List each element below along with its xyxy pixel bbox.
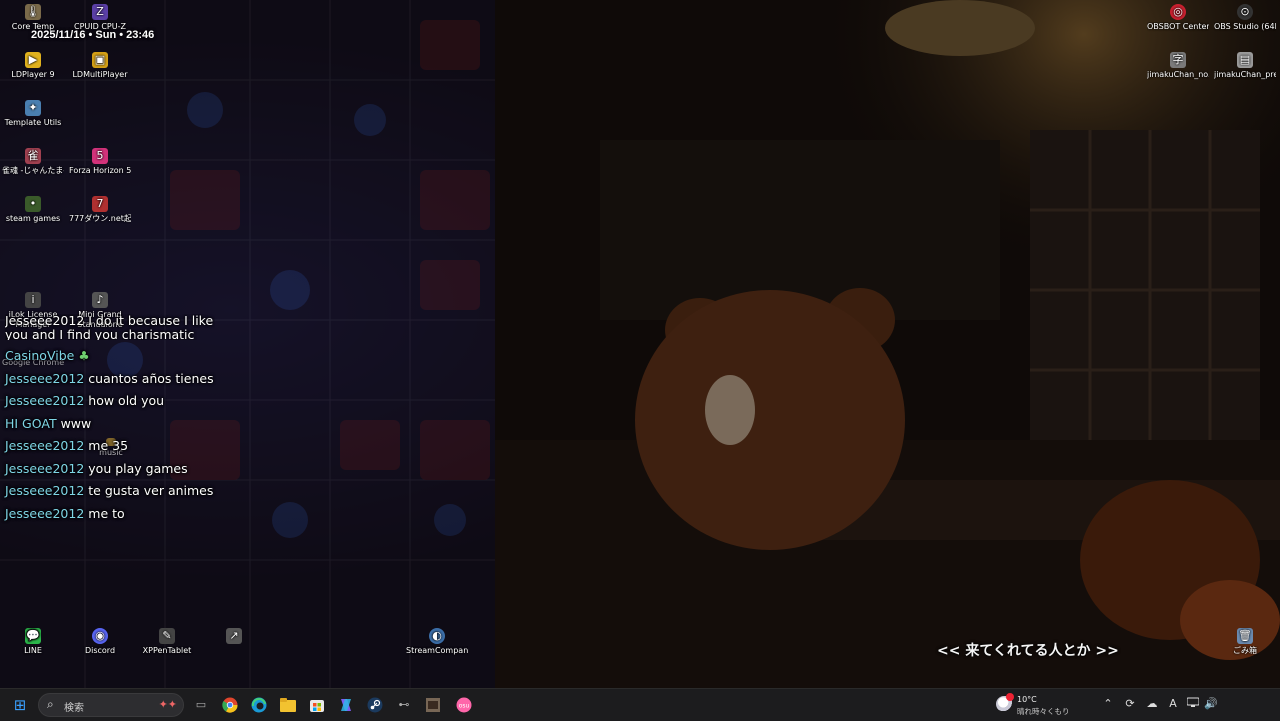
desktop-icon-obs[interactable]: ⊙ OBS Studio (64bit): [1214, 4, 1276, 32]
folder-icon: •: [25, 196, 41, 212]
chat-message: Jesseee2012 cuantos años tienes: [5, 370, 215, 386]
volume-icon[interactable]: 🔊: [1203, 697, 1219, 710]
chat-username: Jesseee2012: [5, 483, 85, 498]
steam-icon[interactable]: [365, 695, 385, 715]
chat-message: Jesseee2012 you play games: [5, 460, 215, 476]
chat-username: Jesseee2012: [5, 505, 85, 521]
chat-username: CasinoVibe: [5, 348, 75, 363]
edge-icon[interactable]: [249, 695, 269, 715]
desktop-icon-ldplayer[interactable]: ▶ LDPlayer 9: [2, 52, 64, 80]
line-icon: 💬: [25, 628, 41, 644]
chat-text: you play games: [88, 460, 188, 476]
chrome-icon[interactable]: [220, 695, 240, 715]
chat-username: Jesseee2012: [5, 393, 85, 408]
forza-icon: 5: [92, 148, 108, 164]
weather-widget[interactable]: 10°C 晴れ時々くもり: [996, 693, 1106, 717]
clover-emoji-icon: ♣: [78, 348, 90, 363]
taskbar: ⊞ ⌕ 検索 ✦✦ ▭ ⊷ osu 10°C 晴れ時々くもり ⌃ ⟳ ☁ A 🔊: [0, 688, 1280, 721]
chat-message: HI GOAT www: [5, 415, 215, 431]
windows-start-icon[interactable]: ⊞: [10, 695, 30, 715]
file-explorer-icon[interactable]: [278, 695, 298, 715]
shortcut-icon: ↗: [226, 628, 242, 644]
desktop-icon-line[interactable]: 💬 LINE: [2, 628, 64, 656]
desktop-icon-discord[interactable]: ◉ Discord: [69, 628, 131, 656]
copilot-icon[interactable]: [336, 695, 356, 715]
osu-icon[interactable]: osu: [454, 695, 474, 715]
desktop-icon-jimaku-no[interactable]: 字 jimakuChan_no...: [1147, 52, 1209, 80]
weather-badge-icon: [1006, 693, 1014, 701]
desktop-icon-xppen[interactable]: ✎ XPPenTablet: [136, 628, 198, 656]
desktop-icon-cpuz[interactable]: Z CPUID CPU-Z: [69, 4, 131, 32]
svg-text:osu: osu: [459, 703, 470, 710]
capture-icon[interactable]: ⊷: [394, 695, 414, 715]
search-highlight-icon: ✦✦: [158, 698, 177, 711]
game-icon[interactable]: [423, 695, 443, 715]
desktop-icon-shortcut[interactable]: ↗: [203, 628, 265, 646]
weather-condition: 晴れ時々くもり: [1017, 707, 1070, 716]
desktop-icon-777[interactable]: 7 777ダウン.net起動: [69, 196, 131, 224]
chevron-up-icon[interactable]: ⌃: [1100, 697, 1116, 710]
chat-message: Jesseee2012 te gusta ver animes: [5, 484, 215, 498]
cloud-icon[interactable]: ☁: [1144, 697, 1160, 710]
obs-icon: ⊙: [1237, 4, 1253, 20]
chat-message: CasinoVibe ♣: [5, 349, 215, 363]
desktop-icon-core-temp[interactable]: 🌡 Core Temp: [2, 4, 64, 32]
search-placeholder: 検索: [64, 703, 84, 714]
document-icon: ▤: [1237, 52, 1253, 68]
desktop-icon-obsbot[interactable]: ◎ OBSBOT Center: [1147, 4, 1209, 32]
chat-username: Jesseee2012: [5, 460, 85, 476]
chat-username: HI GOAT: [5, 415, 57, 431]
desktop-icon-jimaku-pre[interactable]: ▤ jimakuChan_pre...: [1214, 52, 1276, 80]
recycle-bin-icon: 🗑: [1237, 628, 1253, 644]
template-utils-icon: ✦: [25, 100, 41, 116]
xppen-icon: ✎: [159, 628, 175, 644]
slot-icon: 7: [92, 196, 108, 212]
chat-text: how old you: [88, 393, 165, 408]
ime-icon[interactable]: A: [1165, 697, 1181, 710]
ldplayer-icon: ▶: [25, 52, 41, 68]
desktop-icon-steam-games[interactable]: • steam games: [2, 196, 64, 224]
chat-text: me to: [88, 505, 125, 521]
chat-text: te gusta ver animes: [88, 483, 214, 498]
desktop-icon-mahjong[interactable]: 雀 雀魂 -じゃんたま-: [2, 148, 64, 176]
desktop-icon-streamcompanion[interactable]: ◐ StreamCompanion: [406, 628, 468, 656]
ilok-icon: i: [25, 292, 41, 308]
stream-chat-overlay: Jesseee2012 I do it because I like you a…: [5, 314, 215, 529]
chat-text: www: [60, 415, 92, 431]
cpuz-icon: Z: [92, 4, 108, 20]
desktop-icon-forza[interactable]: 5 Forza Horizon 5: [69, 148, 131, 176]
chat-username: Jesseee2012: [5, 438, 85, 453]
sync-icon[interactable]: ⟳: [1122, 697, 1138, 710]
weather-temperature: 10°C: [1017, 695, 1037, 704]
discord-icon: ◉: [92, 628, 108, 644]
search-icon: ⌕: [47, 697, 54, 711]
ldmultiplayer-icon: ▣: [92, 52, 108, 68]
task-view-icon[interactable]: ▭: [191, 695, 211, 715]
desktop-icon-ldmultiplayer[interactable]: ▣ LDMultiPlayer: [69, 52, 131, 80]
mahjong-icon: 雀: [25, 148, 41, 164]
chat-username: Jesseee2012: [5, 370, 85, 386]
network-icon[interactable]: [1185, 697, 1201, 710]
taskbar-search-box[interactable]: ⌕ 検索 ✦✦: [38, 693, 184, 717]
chat-message: Jesseee2012 how old you: [5, 394, 215, 408]
chat-message-partial: Jesseee2012 I do it because I like you a…: [5, 314, 214, 340]
chat-message: Jesseee2012 me to: [5, 505, 215, 521]
desktop-icon-template-utils[interactable]: ✦ Template Utils: [2, 100, 64, 128]
piano-icon: ♪: [92, 292, 108, 308]
chat-message: Jesseee2012 me 35: [5, 439, 215, 453]
obsbot-icon: ◎: [1170, 4, 1186, 20]
streamcompanion-icon: ◐: [429, 628, 445, 644]
chat-text: me 35: [88, 438, 129, 453]
microsoft-store-icon[interactable]: [307, 695, 327, 715]
jimaku-icon: 字: [1170, 52, 1186, 68]
thermometer-icon: 🌡: [25, 4, 41, 20]
desktop-icon-recycle-bin[interactable]: 🗑 ごみ箱: [1214, 628, 1276, 656]
chat-text: cuantos años tienes: [88, 370, 214, 386]
subtitle-overlay: << 来てくれてる人とか >>: [937, 643, 1119, 659]
